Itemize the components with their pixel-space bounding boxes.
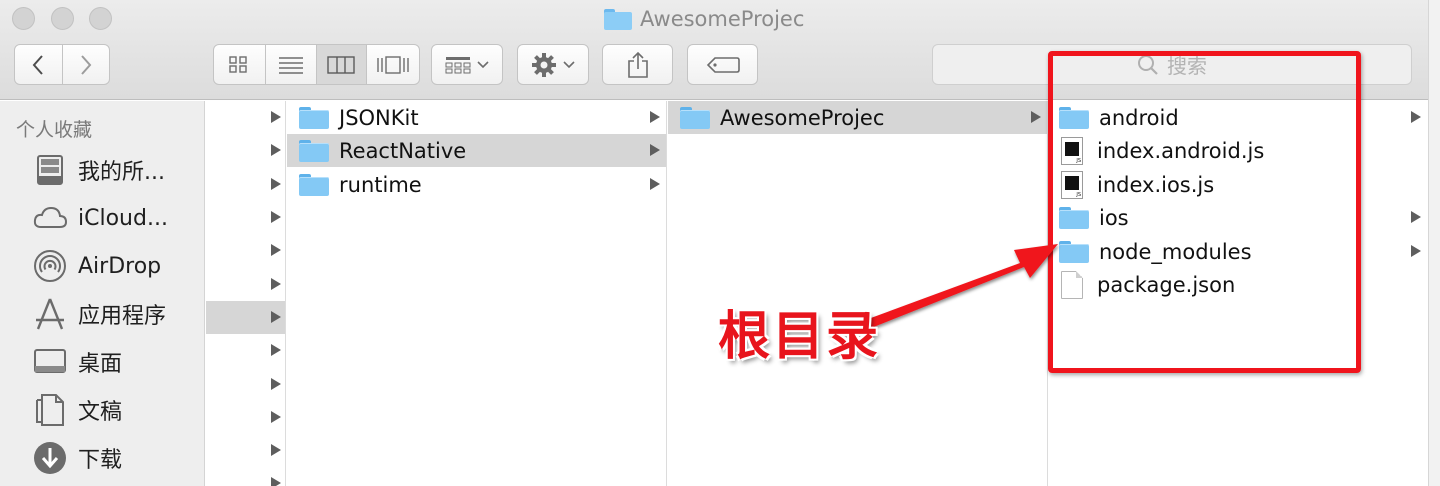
view-mode-control	[213, 44, 420, 85]
item-name: runtime	[339, 172, 422, 197]
disclosure-arrow-icon	[271, 144, 281, 156]
forward-button[interactable]	[63, 45, 110, 84]
annotation-label: 根目录	[718, 307, 881, 367]
sidebar-item-downloads[interactable]: 下载	[32, 438, 122, 478]
sidebar-item-label: AirDrop	[78, 253, 162, 279]
list-item-selected[interactable]: ReactNative	[287, 134, 666, 167]
list-item-selected[interactable]: AwesomeProjec	[668, 101, 1047, 134]
disclosure-arrow-icon	[271, 477, 281, 486]
list-icon	[278, 56, 303, 74]
airdrop-icon	[34, 250, 66, 282]
annotation-highlight-box	[1048, 51, 1361, 373]
sidebar-item-documents[interactable]: 文稿	[32, 390, 122, 430]
folder-icon	[299, 173, 329, 196]
chevron-down-icon	[477, 60, 489, 68]
cover-flow-view-button[interactable]	[367, 45, 419, 84]
tag-icon	[706, 56, 740, 73]
list-item[interactable]: JSONKit	[287, 101, 666, 134]
sidebar-item-label: iCloud...	[78, 205, 168, 231]
disclosure-arrow-icon	[271, 378, 281, 390]
folder-icon	[604, 8, 632, 30]
sidebar-item-airdrop[interactable]: AirDrop	[32, 246, 161, 286]
folder-icon	[299, 139, 329, 162]
back-button[interactable]	[15, 45, 63, 84]
disclosure-arrow-icon	[1411, 111, 1421, 123]
all-files-icon	[37, 155, 63, 185]
browser-column-1	[206, 101, 286, 486]
disclosure-arrow-icon	[271, 244, 281, 256]
chevron-down-icon	[563, 60, 575, 68]
browser-column-2: JSONKit ReactNative runtime	[287, 101, 667, 486]
item-name: AwesomeProjec	[720, 105, 885, 130]
columns-icon	[327, 55, 356, 74]
disclosure-arrow-icon	[1031, 111, 1041, 123]
disclosure-arrow-icon	[271, 411, 281, 423]
navigation-buttons	[14, 44, 110, 85]
folder-icon	[680, 106, 710, 129]
sidebar-item-applications[interactable]: 应用程序	[32, 294, 166, 334]
item-name: ReactNative	[339, 138, 467, 163]
chevron-right-icon	[81, 54, 92, 75]
desktop-icon	[34, 349, 66, 373]
sidebar-item-label: 桌面	[78, 352, 123, 377]
disclosure-arrow-icon	[1411, 211, 1421, 223]
applications-icon	[36, 298, 64, 330]
icon-view-button[interactable]	[214, 45, 266, 84]
disclosure-arrow-icon	[271, 444, 281, 456]
share-icon	[627, 51, 648, 78]
annotation-arrow-icon	[860, 244, 1058, 330]
sidebar-item-label: 我的所...	[78, 160, 165, 185]
window-edge	[1428, 0, 1440, 486]
column-view-button[interactable]	[316, 45, 368, 84]
documents-icon	[36, 394, 64, 426]
downloads-icon	[34, 442, 66, 474]
sidebar-item-icloud[interactable]: iCloud...	[32, 198, 168, 238]
item-name: JSONKit	[339, 105, 419, 130]
window-title-text: AwesomeProjec	[640, 7, 805, 31]
disclosure-arrow-icon	[271, 278, 281, 290]
disclosure-arrow-icon	[271, 344, 281, 356]
action-button[interactable]	[517, 44, 589, 85]
sidebar-item-label: 下载	[78, 448, 123, 473]
minimize-window-button[interactable]	[51, 7, 74, 30]
sidebar-item-label: 应用程序	[78, 304, 167, 329]
disclosure-arrow-icon	[271, 211, 281, 223]
sidebar-section-header: 个人收藏	[16, 119, 93, 141]
folder-icon	[299, 106, 329, 129]
cover-flow-icon	[377, 55, 409, 74]
gear-icon	[532, 52, 556, 77]
list-view-button[interactable]	[266, 45, 317, 84]
disclosure-arrow-icon	[1411, 245, 1421, 257]
close-window-button[interactable]	[12, 7, 35, 30]
disclosure-arrow-icon	[650, 111, 660, 123]
disclosure-arrow-icon	[271, 178, 281, 190]
disclosure-arrow-icon	[650, 144, 660, 156]
tags-button[interactable]	[687, 44, 758, 85]
cloud-icon	[33, 206, 68, 228]
share-button[interactable]	[602, 44, 673, 85]
sidebar-item-desktop[interactable]: 桌面	[32, 342, 122, 382]
chevron-left-icon	[32, 54, 43, 75]
window-title: AwesomeProjec	[604, 4, 804, 34]
list-item[interactable]: runtime	[287, 168, 666, 201]
disclosure-arrow-icon	[271, 111, 281, 123]
zoom-window-button[interactable]	[89, 7, 112, 30]
grid-icon	[229, 55, 248, 73]
disclosure-arrow-icon	[271, 311, 281, 323]
sidebar: 个人收藏 我的所... iCloud... AirDrop 应用程序 桌面 文稿…	[0, 101, 205, 486]
sidebar-item-label: 文稿	[78, 400, 123, 425]
arrange-icon	[445, 56, 471, 73]
sidebar-item-all-my-files[interactable]: 我的所...	[32, 150, 165, 190]
arrange-button[interactable]	[431, 44, 503, 85]
disclosure-arrow-icon	[650, 178, 660, 190]
